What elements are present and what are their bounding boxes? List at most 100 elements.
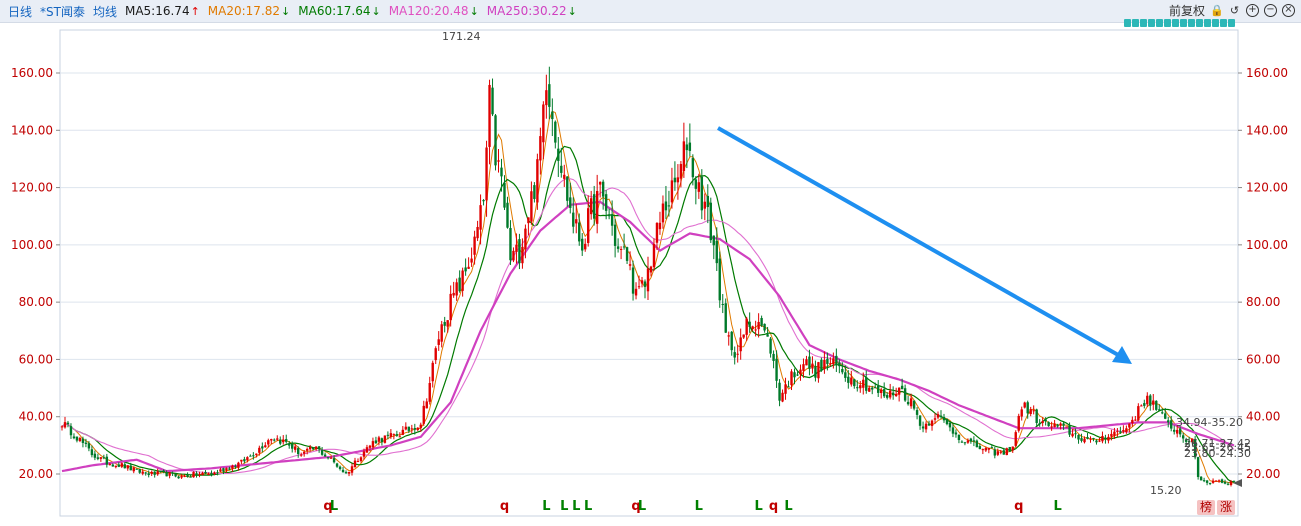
candle-body <box>386 434 390 436</box>
candle-body <box>1020 409 1023 417</box>
candle-body <box>727 335 730 337</box>
candle-body <box>198 473 201 475</box>
mini-bar <box>1164 19 1171 27</box>
candle-body <box>1050 426 1053 428</box>
candle-body <box>84 442 88 444</box>
candle-body <box>1122 430 1125 432</box>
candle-body <box>882 389 886 397</box>
lock-icon[interactable]: 🔒 <box>1210 4 1224 17</box>
candle-body <box>601 181 605 197</box>
ma-legend-item[interactable]: MA60:17.64↓ <box>298 4 380 18</box>
candle-body <box>598 181 602 185</box>
candle-body <box>673 177 677 183</box>
candle-body <box>81 438 85 443</box>
down-arrow-icon: ↓ <box>567 5 577 18</box>
candle-body <box>210 473 213 475</box>
candle-body <box>470 258 473 263</box>
candle-body <box>219 469 222 472</box>
candle-body <box>108 464 112 466</box>
candle-body <box>622 246 626 248</box>
trend-arrow <box>717 126 1242 487</box>
candle-body <box>775 358 778 381</box>
candle-body <box>817 362 820 379</box>
candle-body <box>1146 395 1149 405</box>
candle-body <box>604 194 608 211</box>
candle-body <box>1199 476 1203 481</box>
candle-body <box>305 448 309 451</box>
candle-body <box>805 359 808 366</box>
rise-badge[interactable]: 涨 <box>1217 500 1236 515</box>
candle-body <box>763 323 766 331</box>
candle-body <box>918 415 922 426</box>
candle-body <box>485 147 488 201</box>
candle-body <box>933 418 937 420</box>
zoom-out-icon[interactable]: − <box>1264 4 1277 17</box>
candle-body <box>772 353 775 361</box>
candle-body <box>709 202 712 241</box>
period-label[interactable]: 日线 <box>8 3 32 20</box>
ma-legend-item[interactable]: MA250:30.22↓ <box>487 4 577 18</box>
candle-body <box>903 388 907 401</box>
down-arrow-icon: ↓ <box>371 5 381 18</box>
candle-body <box>670 180 674 203</box>
legend-bar: 日线 *ST闻泰 均线 MA5:16.74↑ MA20:17.82↓ MA60:17… <box>0 0 1301 23</box>
close-icon[interactable]: × <box>1282 4 1295 17</box>
candle-body <box>422 405 425 424</box>
candle-body <box>715 240 718 264</box>
candle-body <box>1011 446 1014 451</box>
y-tick-label: 160.00 <box>11 66 53 80</box>
candle-body <box>975 440 979 448</box>
ma-legend-item[interactable]: MA20:17.82↓ <box>208 4 290 18</box>
candle-body <box>563 174 566 179</box>
candle-body <box>1134 419 1137 421</box>
candle-body <box>754 329 757 331</box>
candle-body <box>377 437 381 442</box>
candle-body <box>246 457 249 461</box>
candle-body <box>880 389 883 394</box>
candle-body <box>1116 431 1119 433</box>
undo-icon[interactable]: ↺ <box>1228 4 1241 17</box>
candle-body <box>595 191 599 224</box>
candle-body <box>966 440 970 443</box>
candle-body <box>102 457 106 459</box>
candle-body <box>335 463 339 467</box>
candle-body <box>874 387 877 389</box>
price-chart[interactable]: 20.00 40.00 60.00 80.00 100.00 120.00 140.00 16… <box>0 0 1301 526</box>
candle-body <box>467 266 470 269</box>
ma-legend-item[interactable]: MA5:16.74↑ <box>125 4 200 18</box>
mini-bar <box>1132 19 1139 27</box>
candle-body <box>877 385 880 393</box>
candle-body <box>823 359 826 370</box>
candle-body <box>587 208 590 243</box>
mini-bar <box>1124 19 1131 27</box>
candle-body <box>1202 480 1206 482</box>
candle-body <box>915 410 919 415</box>
ma-legend-item[interactable]: MA120:20.48↓ <box>389 4 479 18</box>
candle-body <box>168 472 171 476</box>
candle-body <box>282 439 285 443</box>
candle-body <box>362 451 366 457</box>
y-tick-label: 120.00 <box>1246 181 1288 195</box>
candle-body <box>273 439 276 441</box>
candle-body <box>1223 481 1227 484</box>
mini-bar <box>1140 19 1147 27</box>
avg-label[interactable]: 均线 <box>93 3 117 20</box>
candle-body <box>560 165 563 173</box>
zoom-in-icon[interactable]: + <box>1246 4 1259 17</box>
candle-body <box>368 445 372 448</box>
stock-name[interactable]: *ST闻泰 <box>40 3 85 20</box>
candle-body <box>1149 395 1152 406</box>
adjust-button[interactable]: 前复权 <box>1169 2 1205 19</box>
candle-body <box>93 453 97 458</box>
candle-body <box>461 270 464 291</box>
candle-body <box>685 144 689 151</box>
candle-body <box>1107 436 1110 441</box>
mini-bar <box>1204 19 1211 27</box>
up-arrow-icon: ↑ <box>190 5 200 18</box>
rank-badge[interactable]: 榜 <box>1197 500 1216 515</box>
candle-body <box>1104 437 1107 440</box>
y-tick-label: 100.00 <box>11 238 53 252</box>
candle-body <box>1002 450 1005 455</box>
candle-body <box>455 282 458 296</box>
candle-body <box>237 462 240 468</box>
